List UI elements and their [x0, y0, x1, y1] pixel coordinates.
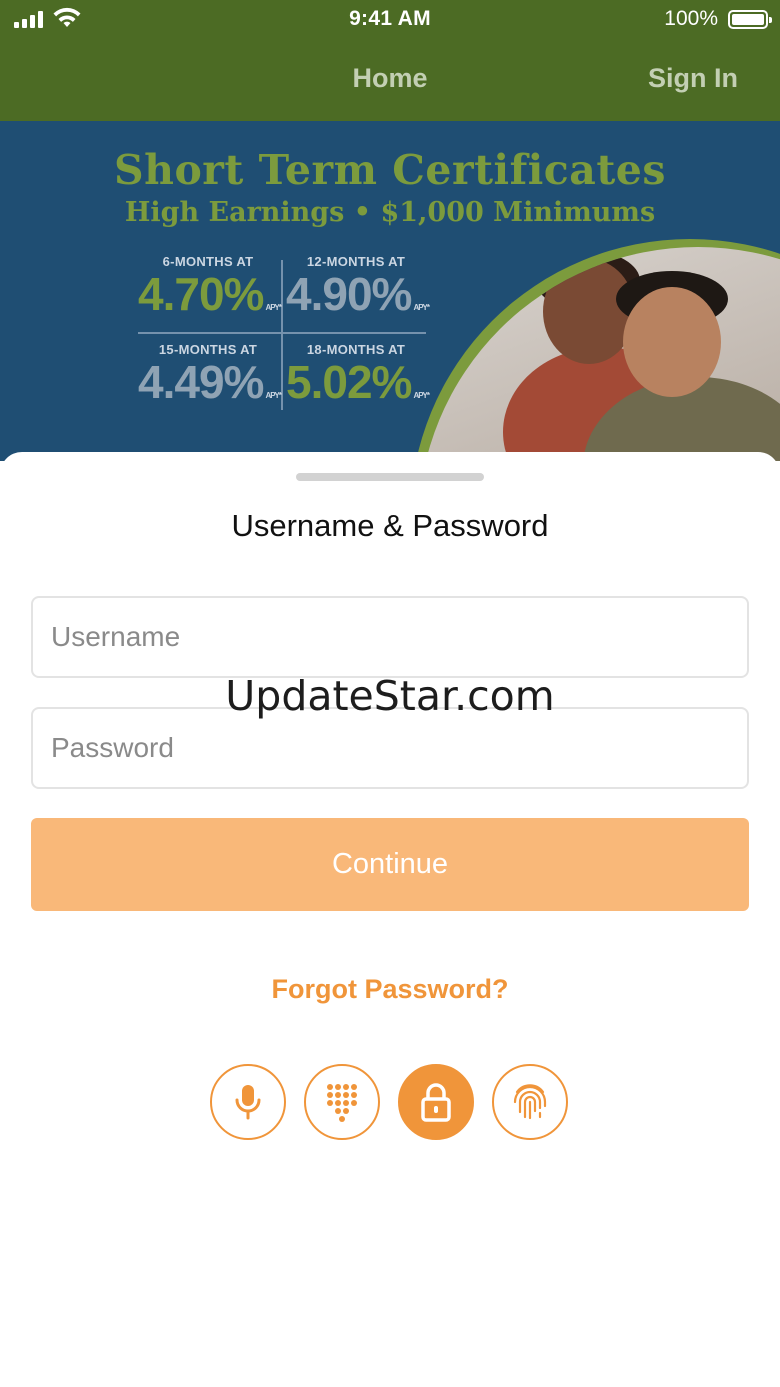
rate-apy: APY* [265, 303, 282, 312]
fingerprint-icon [513, 1084, 547, 1120]
microphone-icon [235, 1085, 261, 1120]
username-input[interactable] [33, 598, 747, 676]
status-bar: 9:41 AM 100% [0, 0, 780, 40]
rate-18-months: 18-MONTHS AT 5.02% APY* [286, 342, 430, 421]
rate-apy: APY* [265, 391, 282, 400]
username-field[interactable] [31, 596, 749, 678]
rate-12-months: 12-MONTHS AT 4.90% APY* [286, 254, 430, 333]
rate-15-months: 15-MONTHS AT 4.49% APY* [138, 342, 282, 421]
rate-value: 4.90% [286, 268, 412, 320]
top-bar: 9:41 AM 100% Home Sign In [0, 0, 780, 121]
voice-auth-button[interactable] [210, 1064, 286, 1140]
continue-button[interactable]: Continue [31, 818, 749, 911]
sheet-grabber[interactable] [296, 473, 484, 481]
sign-in-link[interactable]: Sign In [648, 63, 738, 94]
password-auth-button[interactable] [398, 1064, 474, 1140]
rate-term: 12-MONTHS AT [306, 254, 406, 269]
password-field[interactable] [31, 707, 749, 789]
login-sheet: Username & Password UpdateStar.com Conti… [0, 452, 780, 1387]
rate-apy: APY* [413, 303, 430, 312]
banner-title: Short Term Certificates [114, 146, 666, 194]
battery-icon [728, 10, 772, 29]
rate-term: 15-MONTHS AT [158, 342, 258, 357]
rate-value: 4.70% [138, 268, 264, 320]
battery-percentage: 100% [664, 7, 718, 30]
fingerprint-auth-button[interactable] [492, 1064, 568, 1140]
auth-methods [210, 1064, 570, 1142]
sheet-title: Username & Password [231, 508, 549, 543]
rate-term: 18-MONTHS AT [306, 342, 406, 357]
keypad-icon [327, 1084, 357, 1122]
rate-apy: APY* [413, 391, 430, 400]
rates-divider-vertical [281, 260, 283, 410]
forgot-password-link[interactable]: Forgot Password? [0, 974, 780, 1005]
rates-grid: 6-MONTHS AT 4.70% APY* 12-MONTHS AT 4.90%… [138, 254, 430, 414]
banner-subtitle: High Earnings • $1,000 Minimums [124, 197, 656, 228]
password-input[interactable] [33, 709, 747, 787]
lock-icon [421, 1083, 451, 1122]
rate-6-months: 6-MONTHS AT 4.70% APY* [138, 254, 282, 333]
status-time: 9:41 AM [349, 7, 431, 30]
keypad-auth-button[interactable] [304, 1064, 380, 1140]
rate-value: 5.02% [286, 356, 412, 408]
promo-banner[interactable]: Short Term Certificates High Earnings • … [0, 121, 780, 461]
rate-term: 6-MONTHS AT [162, 254, 254, 269]
rate-value: 4.49% [138, 356, 264, 408]
